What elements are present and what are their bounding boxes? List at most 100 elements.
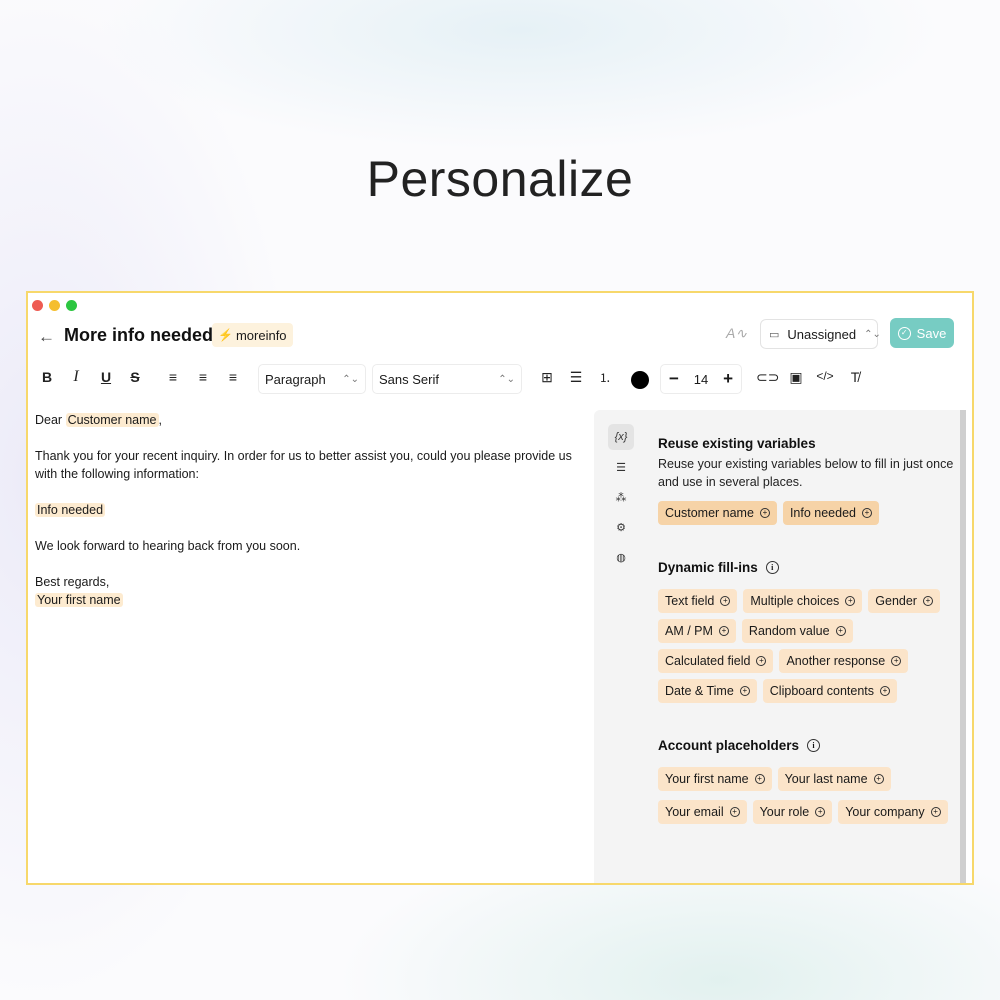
chip-your-role[interactable]: Your role + bbox=[752, 800, 833, 824]
dynamic-chips: Text field + Multiple choices + Gender + AM… bbox=[658, 589, 958, 703]
save-button[interactable]: ✓ Save bbox=[890, 318, 954, 348]
chip-info-needed[interactable]: Info needed + bbox=[782, 501, 879, 525]
chip-random-value[interactable]: Random value + bbox=[741, 619, 853, 643]
numbered-list-icon[interactable]: ⒈ bbox=[595, 369, 615, 386]
chip-label: Random value bbox=[748, 624, 830, 638]
reuse-section: Reuse existing variables Reuse your exis… bbox=[658, 436, 958, 525]
info-icon[interactable]: i bbox=[807, 739, 821, 752]
reuse-description: Reuse your existing variables below to f… bbox=[658, 457, 954, 489]
window-controls bbox=[32, 300, 77, 311]
dynamic-title: Dynamic fill-ins i bbox=[658, 560, 958, 575]
add-circle-icon: + bbox=[930, 807, 941, 817]
greeting-suffix: , bbox=[158, 413, 162, 427]
chip-your-email[interactable]: Your email + bbox=[658, 800, 747, 824]
code-icon[interactable]: </> bbox=[815, 369, 835, 383]
chip-label: Your role bbox=[759, 805, 810, 819]
chip-label: AM / PM bbox=[665, 624, 713, 638]
variable-info-needed[interactable]: Info needed bbox=[35, 503, 106, 517]
reuse-title: Reuse existing variables bbox=[658, 436, 816, 451]
chip-label: Info needed bbox=[789, 506, 856, 520]
chip-label: Multiple choices bbox=[750, 594, 840, 608]
chip-your-first-name[interactable]: Your first name + bbox=[658, 767, 772, 791]
underline-button[interactable]: U bbox=[96, 369, 116, 385]
shortcut-badge[interactable]: ⚡ moreinfo bbox=[212, 323, 293, 347]
hero-title: Personalize bbox=[366, 151, 634, 207]
block-style-select[interactable]: Paragraph ⌃⌄ bbox=[258, 364, 366, 394]
dynamic-section: Dynamic fill-ins i Text field + Multiple c… bbox=[658, 560, 958, 703]
variables-panel: {x} ☰ ⁂ ⚙ ◍ Reuse existing variables Reu… bbox=[594, 410, 966, 883]
increase-size-button[interactable]: + bbox=[723, 369, 733, 389]
chip-calculated-field[interactable]: Calculated field + bbox=[658, 649, 774, 673]
chip-text-field[interactable]: Text field + bbox=[658, 589, 738, 613]
chevron-updown-icon: ⌃⌄ bbox=[498, 373, 515, 385]
chip-multiple-choices[interactable]: Multiple choices + bbox=[743, 589, 863, 613]
assignee-value: Unassigned bbox=[787, 326, 857, 342]
add-circle-icon: + bbox=[922, 596, 933, 606]
align-left-icon[interactable]: ≡ bbox=[163, 369, 183, 385]
info-icon[interactable]: i bbox=[765, 561, 779, 574]
workflow-icon[interactable]: ⁂ bbox=[608, 484, 634, 510]
add-circle-icon: + bbox=[759, 508, 770, 518]
chip-gender[interactable]: Gender + bbox=[868, 589, 940, 613]
variable-your-first-name[interactable]: Your first name bbox=[35, 593, 123, 607]
chip-date-time[interactable]: Date & Time + bbox=[658, 679, 757, 703]
formatting-toolbar: B I U S ≡ ≡ ≡ Paragraph ⌃⌄ Sans Serif ⌃⌄… bbox=[28, 363, 972, 397]
bullet-list-icon[interactable]: ☰ bbox=[566, 369, 586, 386]
chip-label: Your email bbox=[665, 805, 724, 819]
add-circle-icon: + bbox=[739, 686, 750, 696]
add-circle-icon: + bbox=[815, 807, 826, 817]
chip-label: Gender bbox=[875, 594, 917, 608]
globe-icon[interactable]: ◍ bbox=[608, 544, 634, 570]
strikethrough-button[interactable]: S bbox=[125, 369, 145, 385]
chip-your-company[interactable]: Your company + bbox=[838, 800, 948, 824]
shortcut-label: moreinfo bbox=[235, 327, 287, 343]
info-line: Info needed bbox=[35, 501, 585, 519]
add-circle-icon: + bbox=[873, 774, 884, 784]
chip-label: Text field bbox=[665, 594, 715, 608]
account-section: Account placeholders i Your first name + Y… bbox=[658, 738, 958, 824]
panel-scrollbar[interactable] bbox=[960, 410, 966, 883]
table-icon[interactable]: ⊞ bbox=[537, 369, 557, 386]
clear-format-icon[interactable]: T̸ bbox=[845, 369, 865, 385]
dynamic-title-text: Dynamic fill-ins bbox=[658, 560, 758, 575]
page-title: More info needed bbox=[64, 325, 214, 345]
chip-your-last-name[interactable]: Your last name + bbox=[777, 767, 891, 791]
italic-button[interactable]: I bbox=[66, 368, 86, 386]
variables-icon[interactable]: {x} bbox=[608, 424, 634, 450]
closing-paragraph: We look forward to hearing back from you… bbox=[35, 539, 301, 553]
font-family-select[interactable]: Sans Serif ⌃⌄ bbox=[372, 364, 522, 394]
align-right-icon[interactable]: ≡ bbox=[223, 369, 243, 385]
minimize-window-button[interactable] bbox=[49, 300, 60, 311]
message-editor[interactable]: Dear Customer name, Thank you for your r… bbox=[35, 411, 585, 609]
chip-clipboard-contents[interactable]: Clipboard contents + bbox=[762, 679, 898, 703]
check-circle-icon: ✓ bbox=[897, 326, 911, 340]
save-label: Save bbox=[916, 325, 947, 341]
image-icon[interactable]: ▣ bbox=[786, 369, 806, 386]
header: ← More info needed ⚡ moreinfo A∿ ▭ Unass… bbox=[28, 318, 972, 355]
assignee-select[interactable]: ▭ Unassigned ⌃⌄ bbox=[760, 319, 881, 349]
lightning-icon: ⚡ bbox=[218, 328, 233, 342]
chip-customer-name[interactable]: Customer name + bbox=[658, 501, 777, 525]
font-size-stepper: − 14 + bbox=[660, 364, 742, 394]
link-icon[interactable]: ⊂⊃ bbox=[756, 369, 779, 386]
chip-label: Your first name bbox=[665, 772, 749, 786]
variable-customer-name[interactable]: Customer name bbox=[65, 413, 159, 427]
maximize-window-button[interactable] bbox=[66, 300, 77, 311]
account-title: Account placeholders i bbox=[658, 738, 958, 753]
bold-button[interactable]: B bbox=[37, 369, 57, 385]
text-color-picker[interactable] bbox=[631, 371, 649, 389]
align-center-icon[interactable]: ≡ bbox=[193, 369, 213, 385]
font-size-value[interactable]: 14 bbox=[694, 372, 708, 387]
settings-icon[interactable]: ⚙ bbox=[608, 514, 634, 540]
chip-another-response[interactable]: Another response + bbox=[779, 649, 909, 673]
database-icon[interactable]: ☰ bbox=[608, 454, 634, 480]
reuse-chips: Customer name + Info needed + bbox=[658, 501, 958, 525]
close-window-button[interactable] bbox=[32, 300, 43, 311]
chip-am-pm[interactable]: AM / PM + bbox=[658, 619, 736, 643]
chip-label: Clipboard contents bbox=[769, 684, 875, 698]
arrow-left-icon[interactable]: ← bbox=[38, 327, 55, 347]
decrease-size-button[interactable]: − bbox=[669, 369, 679, 389]
spellcheck-icon[interactable]: A∿ bbox=[726, 325, 747, 342]
chip-label: Another response bbox=[786, 654, 886, 668]
add-circle-icon: + bbox=[756, 656, 767, 666]
